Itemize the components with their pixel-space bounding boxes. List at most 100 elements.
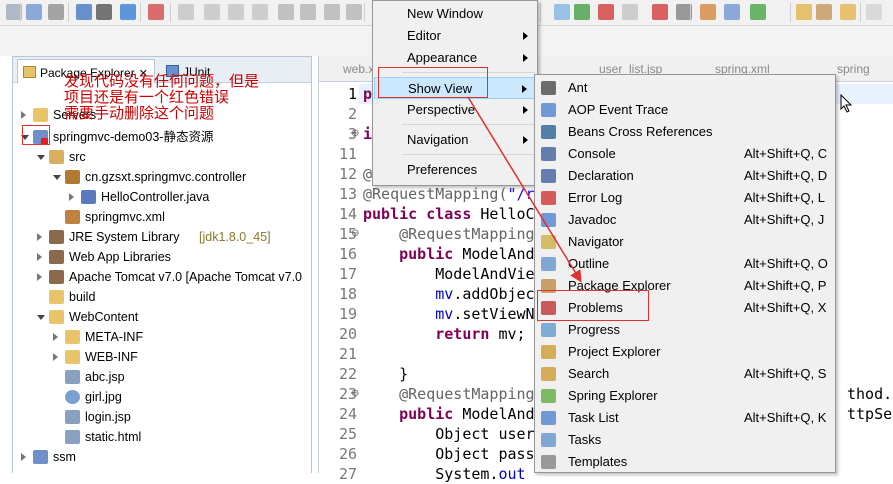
fold-toggle-icon[interactable]: ⊕ xyxy=(351,124,361,144)
view-item-project-explorer[interactable]: Project Explorer xyxy=(536,341,834,363)
editor-tab[interactable]: web.x xyxy=(343,62,374,76)
tree-item[interactable]: build xyxy=(13,287,311,307)
toolbar-button[interactable] xyxy=(840,4,856,20)
tree-item[interactable]: JRE System Library [jdk1.8.0_45] xyxy=(13,227,311,247)
collapsed-icon[interactable] xyxy=(21,453,26,461)
line-number: 22 xyxy=(338,365,357,383)
tree-item[interactable]: META-INF xyxy=(13,327,311,347)
toolbar-button[interactable] xyxy=(324,4,340,20)
toolbar-separator xyxy=(68,3,69,22)
fold-toggle-icon[interactable]: ⊖ xyxy=(351,224,361,244)
toolbar-button[interactable] xyxy=(816,4,832,20)
tree-item[interactable]: cn.gzsxt.springmvc.controller xyxy=(13,167,311,187)
editor-tab[interactable]: spring xyxy=(837,62,870,76)
view-item-label: Console xyxy=(568,146,616,161)
tree-item[interactable]: static.html xyxy=(13,427,311,447)
tree-item[interactable]: springmvc-demo03-静态资源 xyxy=(13,127,311,147)
toolbar-button[interactable] xyxy=(598,4,614,20)
tree-item-label: JRE System Library xyxy=(69,230,180,244)
tree-item-label: HelloController.java xyxy=(101,190,210,204)
view-item-problems[interactable]: Problems Alt+Shift+Q, X xyxy=(536,297,834,319)
view-item-console[interactable]: Console Alt+Shift+Q, C xyxy=(536,143,834,165)
toolbar-button[interactable] xyxy=(574,4,590,20)
collapsed-icon[interactable] xyxy=(37,233,42,241)
view-item-outline[interactable]: Outline Alt+Shift+Q, O xyxy=(536,253,834,275)
tree-item[interactable]: Web App Libraries xyxy=(13,247,311,267)
view-item-navigator[interactable]: Navigator xyxy=(536,231,834,253)
toolbar-button[interactable] xyxy=(76,4,92,20)
menu-item-preferences[interactable]: Preferences xyxy=(374,159,536,181)
collapsed-icon[interactable] xyxy=(53,353,58,361)
menu-item-perspective[interactable]: Perspective xyxy=(374,99,536,121)
line-number: 26 xyxy=(338,445,357,463)
toolbar-button[interactable] xyxy=(724,4,740,20)
toolbar-button[interactable] xyxy=(204,4,220,20)
tree-item[interactable]: HelloController.java xyxy=(13,187,311,207)
view-item-spring-explorer[interactable]: Spring Explorer xyxy=(536,385,834,407)
toolbar-button[interactable] xyxy=(554,4,570,20)
fold-toggle-icon[interactable]: ⊖ xyxy=(351,384,361,404)
tree-item[interactable]: abc.jsp xyxy=(13,367,311,387)
toolbar-button[interactable] xyxy=(228,4,244,20)
view-item-task-list[interactable]: Task List Alt+Shift+Q, K xyxy=(536,407,834,429)
expanded-icon[interactable] xyxy=(21,135,29,140)
toolbar-button[interactable] xyxy=(750,4,766,20)
menu-item-editor[interactable]: Editor xyxy=(374,25,536,47)
tree-item[interactable]: ssm xyxy=(13,447,311,467)
view-item-ant[interactable]: Ant xyxy=(536,77,834,99)
toolbar-button[interactable] xyxy=(278,4,294,20)
toolbar-button[interactable] xyxy=(96,4,112,20)
menu-item-show-view[interactable]: Show View xyxy=(374,77,536,99)
view-item-package-explorer[interactable]: Package Explorer Alt+Shift+Q, P xyxy=(536,275,834,297)
code-line: mv.setViewN xyxy=(363,304,534,324)
toolbar-button[interactable] xyxy=(300,4,316,20)
menu-item-new-window[interactable]: New Window xyxy=(374,3,536,25)
menu-separator xyxy=(402,154,535,155)
collapsed-icon[interactable] xyxy=(53,333,58,341)
code-line: System.out xyxy=(363,464,525,484)
expanded-icon[interactable] xyxy=(37,315,45,320)
toolbar-button[interactable] xyxy=(346,4,362,20)
toolbar-button[interactable] xyxy=(120,4,136,20)
collapsed-icon[interactable] xyxy=(21,111,26,119)
tree-item[interactable]: WEB-INF xyxy=(13,347,311,367)
toolbar-button[interactable] xyxy=(252,4,268,20)
toolbar-button[interactable] xyxy=(866,4,882,20)
toolbar-separator xyxy=(140,3,141,22)
collapsed-icon[interactable] xyxy=(37,273,42,281)
package-explorer-icon xyxy=(23,66,36,78)
toolbar-button[interactable] xyxy=(48,4,64,20)
toolbar-button[interactable] xyxy=(700,4,716,20)
tree-item[interactable]: girl.jpg xyxy=(13,387,311,407)
view-item-label: Beans Cross References xyxy=(568,124,713,139)
toolbar-button[interactable] xyxy=(148,4,164,20)
view-item-javadoc[interactable]: Javadoc Alt+Shift+Q, J xyxy=(536,209,834,231)
tree-item[interactable]: springmvc.xml xyxy=(13,207,311,227)
tree-item[interactable]: login.jsp xyxy=(13,407,311,427)
toolbar-button[interactable] xyxy=(622,4,638,20)
menu-item-appearance[interactable]: Appearance xyxy=(374,47,536,69)
view-item-search[interactable]: Search Alt+Shift+Q, S xyxy=(536,363,834,385)
menu-item-navigation[interactable]: Navigation xyxy=(374,129,536,151)
tree-item[interactable]: src xyxy=(13,147,311,167)
view-item-templates[interactable]: Templates xyxy=(536,451,834,473)
toolbar-button[interactable] xyxy=(796,4,812,20)
toolbar-button[interactable] xyxy=(178,4,194,20)
toolbar-button[interactable] xyxy=(26,4,42,20)
expanded-icon[interactable] xyxy=(53,175,61,180)
view-item-tasks[interactable]: Tasks xyxy=(536,429,834,451)
collapsed-icon[interactable] xyxy=(69,193,74,201)
view-item-beans-cross-references[interactable]: Beans Cross References xyxy=(536,121,834,143)
tree-item[interactable]: Apache Tomcat v7.0 [Apache Tomcat v7.0 xyxy=(13,267,311,287)
tree-item[interactable]: WebContent xyxy=(13,307,311,327)
view-item-aop-event-trace[interactable]: AOP Event Trace xyxy=(536,99,834,121)
toolbar-button[interactable] xyxy=(652,4,668,20)
view-item-declaration[interactable]: Declaration Alt+Shift+Q, D xyxy=(536,165,834,187)
view-item-error-log[interactable]: Error Log Alt+Shift+Q, L xyxy=(536,187,834,209)
code-token: pass xyxy=(498,445,535,463)
view-item-progress[interactable]: Progress xyxy=(536,319,834,341)
expanded-icon[interactable] xyxy=(37,155,45,160)
code-token: user xyxy=(498,425,535,443)
collapsed-icon[interactable] xyxy=(37,253,42,261)
